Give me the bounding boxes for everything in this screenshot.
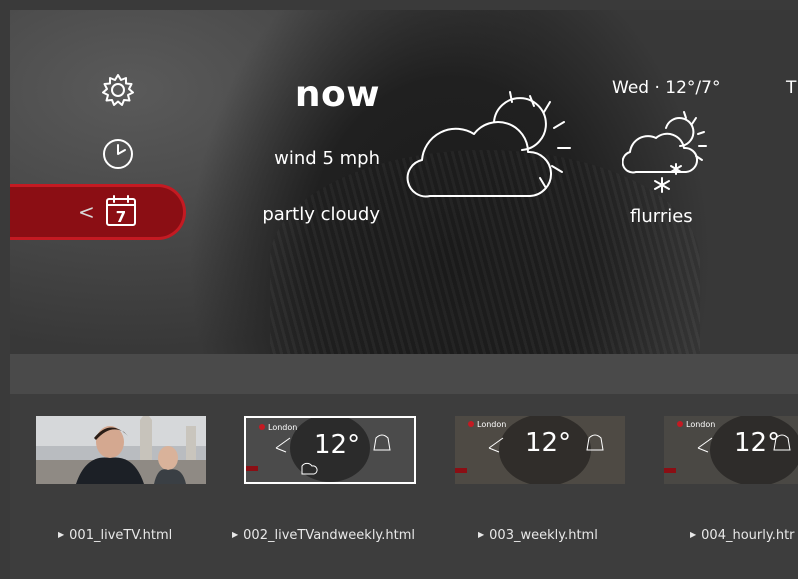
disclosure-triangle-icon: ▶ bbox=[58, 530, 65, 539]
disclosure-triangle-icon: ▶ bbox=[232, 530, 239, 539]
forecast-day: Wed · 12°/7° bbox=[612, 78, 721, 98]
thumbnail-003[interactable]: London 12° bbox=[455, 416, 625, 484]
mini-city: London bbox=[268, 423, 298, 432]
thumbnail-label-004[interactable]: ▶ 004_hourly.htr bbox=[690, 528, 795, 543]
now-title: now bbox=[294, 74, 380, 115]
mini-temp-4: 12° bbox=[734, 428, 781, 458]
partly-cloudy-icon bbox=[406, 91, 571, 198]
clock-icon[interactable] bbox=[98, 134, 138, 174]
thumbnail-004[interactable]: London 12° bbox=[664, 416, 798, 484]
back-chevron-icon[interactable]: < bbox=[78, 202, 95, 222]
wind-text: wind 5 mph bbox=[274, 148, 380, 169]
flurries-icon bbox=[622, 111, 707, 193]
thumbnail-label-002[interactable]: ▶ 002_liveTVandweekly.html bbox=[232, 528, 415, 543]
weather-preview: < 7 now wind 5 mph partly cloudy Wed · 1… bbox=[10, 10, 798, 354]
mini-city-3: London bbox=[477, 420, 507, 429]
thumbnail-label-003[interactable]: ▶ 003_weekly.html bbox=[478, 528, 598, 543]
thumbnail-label-001[interactable]: ▶ 001_liveTV.html bbox=[58, 528, 172, 543]
divider-bar bbox=[10, 354, 798, 394]
mini-city-4: London bbox=[686, 420, 716, 429]
sidebar-item-weekly[interactable] bbox=[10, 184, 186, 240]
live-tv-photo bbox=[36, 416, 206, 484]
disclosure-triangle-icon: ▶ bbox=[690, 530, 697, 539]
forecast-condition: flurries bbox=[630, 206, 693, 227]
forecast-day-next: T bbox=[786, 78, 797, 98]
calendar-icon[interactable]: 7 bbox=[102, 192, 140, 230]
calendar-number: 7 bbox=[116, 208, 126, 226]
thumbnail-001[interactable] bbox=[36, 416, 206, 484]
disclosure-triangle-icon: ▶ bbox=[478, 530, 485, 539]
current-condition: partly cloudy bbox=[262, 204, 380, 225]
mini-temp: 12° bbox=[314, 430, 361, 460]
gear-icon[interactable] bbox=[98, 70, 138, 110]
mini-temp-3: 12° bbox=[525, 428, 572, 458]
thumbnail-002[interactable]: London 12° bbox=[244, 416, 416, 484]
